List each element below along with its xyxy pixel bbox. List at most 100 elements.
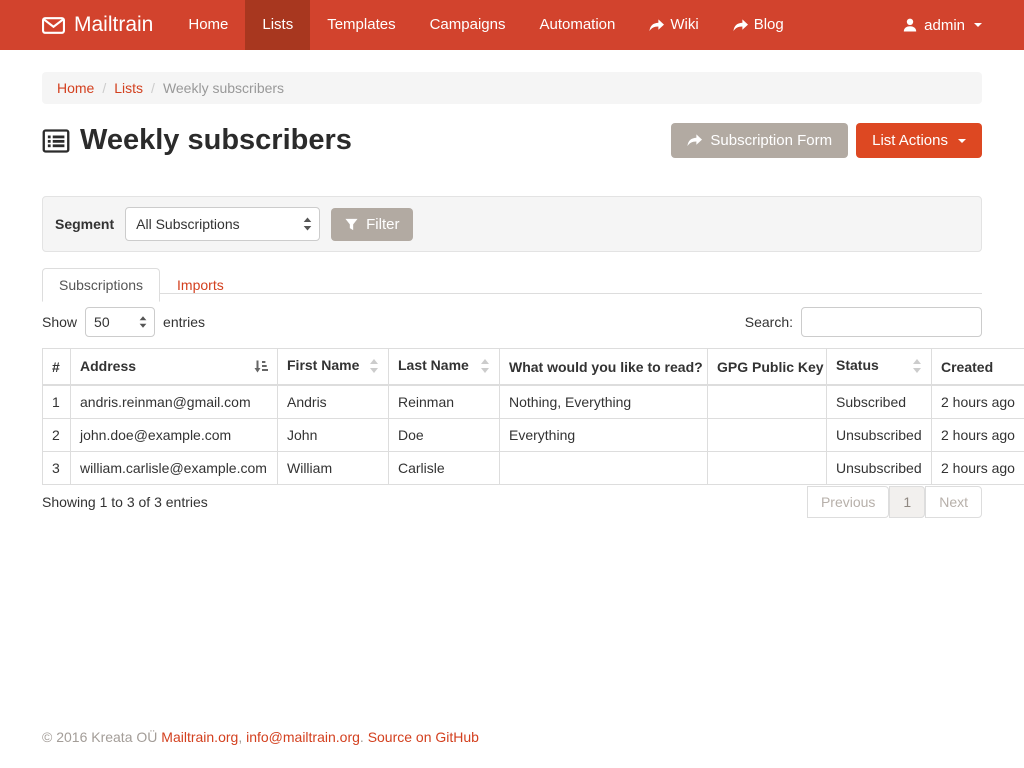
brand-label: Mailtrain bbox=[74, 13, 153, 37]
breadcrumb-separator: / bbox=[151, 80, 155, 96]
segment-label: Segment bbox=[55, 216, 114, 232]
tab-subscriptions[interactable]: Subscriptions bbox=[42, 268, 160, 302]
cell-status: Unsubscribed bbox=[827, 419, 932, 452]
subscription-form-label: Subscription Form bbox=[710, 132, 832, 149]
share-arrow-icon bbox=[733, 19, 748, 32]
nav-item-automation[interactable]: Automation bbox=[522, 0, 632, 50]
col-header-index: # bbox=[43, 349, 71, 386]
cell-gpg-key bbox=[708, 452, 827, 485]
copyright-text: © 2016 Kreata OÜ bbox=[42, 729, 157, 745]
cell-gpg-key bbox=[708, 385, 827, 419]
filter-button[interactable]: Filter bbox=[331, 208, 413, 241]
tab-imports[interactable]: Imports bbox=[160, 268, 241, 302]
cell-index: 1 bbox=[43, 385, 71, 419]
title-buttons: Subscription Form List Actions bbox=[671, 123, 982, 158]
pagination-next[interactable]: Next bbox=[925, 486, 982, 518]
segment-select[interactable]: All Subscriptions bbox=[125, 207, 320, 241]
sort-amount-asc-icon bbox=[254, 360, 268, 376]
footer-source-link[interactable]: Source on GitHub bbox=[368, 729, 479, 745]
table-info: Showing 1 to 3 of 3 entries bbox=[42, 494, 208, 510]
breadcrumb-separator: / bbox=[102, 80, 106, 96]
cell-created: 2 hours ago bbox=[932, 419, 1024, 452]
sort-both-icon bbox=[480, 359, 490, 376]
main-nav: Home Lists Templates Campaigns Automatio… bbox=[171, 0, 800, 50]
search-control: Search: bbox=[745, 307, 982, 337]
cell-address: william.carlisle@example.com bbox=[71, 452, 278, 485]
page-title: Weekly subscribers bbox=[42, 124, 352, 157]
title-row: Weekly subscribers Subscription Form Lis… bbox=[42, 123, 982, 158]
col-header-label: Status bbox=[836, 357, 879, 373]
col-header-first-name[interactable]: First Name bbox=[278, 349, 389, 386]
show-label: Show bbox=[42, 314, 77, 330]
nav-item-label: Blog bbox=[754, 0, 784, 50]
col-header-created: Created bbox=[932, 349, 1024, 386]
breadcrumb-home-link[interactable]: Home bbox=[57, 80, 94, 96]
nav-item-blog[interactable]: Blog bbox=[716, 0, 801, 50]
cell-address: john.doe@example.com bbox=[71, 419, 278, 452]
cell-address: andris.reinman@gmail.com bbox=[71, 385, 278, 419]
nav-item-label: Campaigns bbox=[430, 0, 506, 50]
table-controls: Show 50 entries Search: bbox=[42, 307, 982, 337]
col-header-label: GPG Public Key bbox=[717, 359, 824, 375]
page-length-select-wrap: 50 bbox=[85, 307, 155, 337]
list-actions-button[interactable]: List Actions bbox=[856, 123, 982, 158]
cell-created: 2 hours ago bbox=[932, 385, 1024, 419]
footer-separator: , bbox=[238, 729, 242, 745]
footer-separator: . bbox=[360, 729, 364, 745]
cell-read-preference: Nothing, Everything bbox=[500, 385, 708, 419]
pagination-previous[interactable]: Previous bbox=[807, 486, 889, 518]
table-row: 1 andris.reinman@gmail.com Andris Reinma… bbox=[43, 385, 1024, 419]
page-length-select[interactable]: 50 bbox=[85, 307, 155, 337]
subscribers-table-wrap: # Address First Name bbox=[42, 348, 1024, 485]
col-header-label: What would you like to read? bbox=[509, 359, 703, 375]
tab-bar: Subscriptions Imports bbox=[42, 277, 982, 294]
nav-item-campaigns[interactable]: Campaigns bbox=[413, 0, 523, 50]
col-header-read-preference: What would you like to read? bbox=[500, 349, 708, 386]
nav-item-label: Automation bbox=[539, 0, 615, 50]
nav-item-label: Wiki bbox=[670, 0, 698, 50]
cell-first-name: Andris bbox=[278, 385, 389, 419]
nav-item-templates[interactable]: Templates bbox=[310, 0, 412, 50]
envelope-icon bbox=[42, 17, 65, 34]
footer-site-link[interactable]: Mailtrain.org bbox=[161, 729, 238, 745]
pagination-page-1[interactable]: 1 bbox=[889, 486, 925, 518]
list-actions-label: List Actions bbox=[872, 132, 948, 149]
table-footer: Showing 1 to 3 of 3 entries Previous 1 N… bbox=[42, 494, 982, 510]
share-arrow-icon bbox=[687, 134, 702, 147]
subscription-form-button[interactable]: Subscription Form bbox=[671, 123, 848, 158]
cell-last-name: Doe bbox=[389, 419, 500, 452]
breadcrumb-lists-link[interactable]: Lists bbox=[114, 80, 143, 96]
col-header-gpg-key: GPG Public Key bbox=[708, 349, 827, 386]
sort-both-icon bbox=[912, 359, 922, 376]
col-header-last-name[interactable]: Last Name bbox=[389, 349, 500, 386]
nav-item-home[interactable]: Home bbox=[171, 0, 245, 50]
col-header-label: Address bbox=[80, 358, 136, 374]
col-header-label: # bbox=[52, 359, 60, 375]
nav-item-lists[interactable]: Lists bbox=[245, 0, 310, 50]
nav-item-label: Lists bbox=[262, 0, 293, 50]
funnel-icon bbox=[345, 218, 358, 231]
nav-item-wiki[interactable]: Wiki bbox=[632, 0, 715, 50]
nav-item-label: Templates bbox=[327, 0, 395, 50]
main-content: Home / Lists / Weekly subscribers Weekly… bbox=[42, 50, 982, 510]
table-row: 2 john.doe@example.com John Doe Everythi… bbox=[43, 419, 1024, 452]
page-length-control: Show 50 entries bbox=[42, 307, 205, 337]
breadcrumb-current: Weekly subscribers bbox=[163, 80, 284, 96]
footer-email-link[interactable]: info@mailtrain.org bbox=[246, 729, 360, 745]
cell-index: 2 bbox=[43, 419, 71, 452]
segment-panel: Segment All Subscriptions Filter bbox=[42, 196, 982, 252]
search-input[interactable] bbox=[801, 307, 982, 337]
cell-index: 3 bbox=[43, 452, 71, 485]
col-header-label: First Name bbox=[287, 357, 359, 373]
search-label: Search: bbox=[745, 314, 793, 330]
brand-link[interactable]: Mailtrain bbox=[42, 0, 171, 50]
breadcrumb: Home / Lists / Weekly subscribers bbox=[42, 72, 982, 104]
cell-read-preference bbox=[500, 452, 708, 485]
col-header-address[interactable]: Address bbox=[71, 349, 278, 386]
cell-first-name: John bbox=[278, 419, 389, 452]
cell-last-name: Reinman bbox=[389, 385, 500, 419]
user-menu[interactable]: admin bbox=[903, 0, 982, 50]
col-header-status[interactable]: Status bbox=[827, 349, 932, 386]
subscribers-table: # Address First Name bbox=[42, 348, 1024, 485]
table-header-row: # Address First Name bbox=[43, 349, 1024, 386]
